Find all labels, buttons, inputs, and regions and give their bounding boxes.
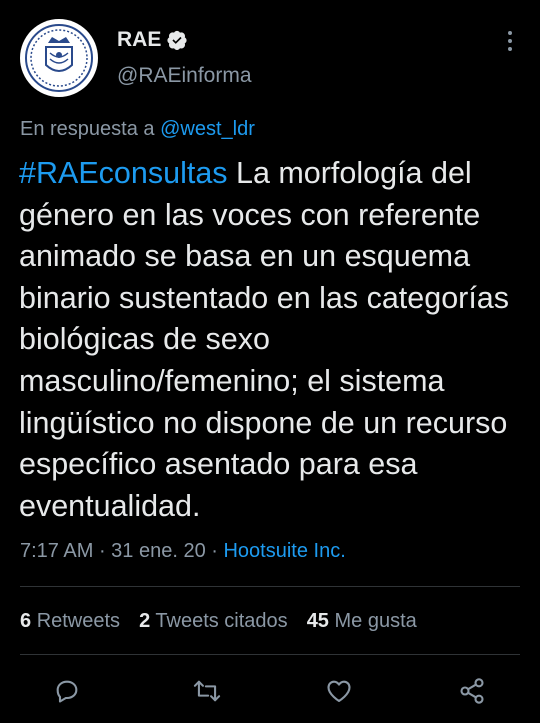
- meta-separator: ·: [93, 540, 112, 562]
- meta-separator: ·: [205, 540, 224, 562]
- share-button[interactable]: [454, 673, 490, 709]
- tweet-date: 31 ene. 20: [111, 540, 206, 562]
- reply-context: En respuesta a @west_ldr: [20, 118, 255, 141]
- reply-button[interactable]: [49, 673, 85, 709]
- tweet-time: 7:17 AM: [20, 540, 94, 562]
- more-vertical-icon[interactable]: [504, 30, 516, 52]
- retweet-button[interactable]: [189, 673, 225, 709]
- divider: [20, 654, 520, 655]
- user-handle[interactable]: @RAEinforma: [117, 64, 252, 88]
- likes-label: Me gusta: [334, 610, 417, 632]
- share-icon: [460, 678, 484, 704]
- heart-icon: [327, 680, 351, 702]
- quotes-label: Tweets citados: [155, 610, 288, 632]
- user-name-row[interactable]: RAE: [117, 28, 187, 52]
- likes-count: 45: [306, 610, 329, 632]
- tweet-text: #RAEconsultas La morfología del género e…: [19, 153, 524, 527]
- retweets-stat[interactable]: 6 Retweets: [20, 610, 120, 633]
- tweet-source-link[interactable]: Hootsuite Inc.: [223, 540, 345, 562]
- action-bar: [0, 673, 540, 713]
- tweet-stats: 6 Retweets 2 Tweets citados 45 Me gusta: [20, 610, 436, 633]
- rae-seal-icon: [25, 24, 93, 92]
- divider: [20, 586, 520, 587]
- retweets-label: Retweets: [36, 610, 121, 632]
- quote-tweets-stat[interactable]: 2 Tweets citados: [139, 610, 288, 633]
- retweet-icon: [193, 680, 221, 702]
- retweets-count: 6: [20, 610, 32, 632]
- like-button[interactable]: [321, 673, 357, 709]
- hashtag-link[interactable]: #RAEconsultas: [19, 156, 228, 190]
- tweet-text-body: La morfología del género en las voces co…: [19, 156, 510, 523]
- user-name[interactable]: RAE: [117, 28, 161, 52]
- quotes-count: 2: [139, 610, 151, 632]
- tweet-meta: 7:17 AM · 31 ene. 20 · Hootsuite Inc.: [20, 540, 346, 563]
- verified-badge-icon: [167, 30, 187, 50]
- reply-icon: [56, 680, 78, 703]
- reply-mention-link[interactable]: @west_ldr: [160, 118, 255, 140]
- avatar[interactable]: [20, 19, 98, 97]
- likes-stat[interactable]: 45 Me gusta: [307, 610, 417, 633]
- reply-prefix: En respuesta a: [20, 118, 155, 140]
